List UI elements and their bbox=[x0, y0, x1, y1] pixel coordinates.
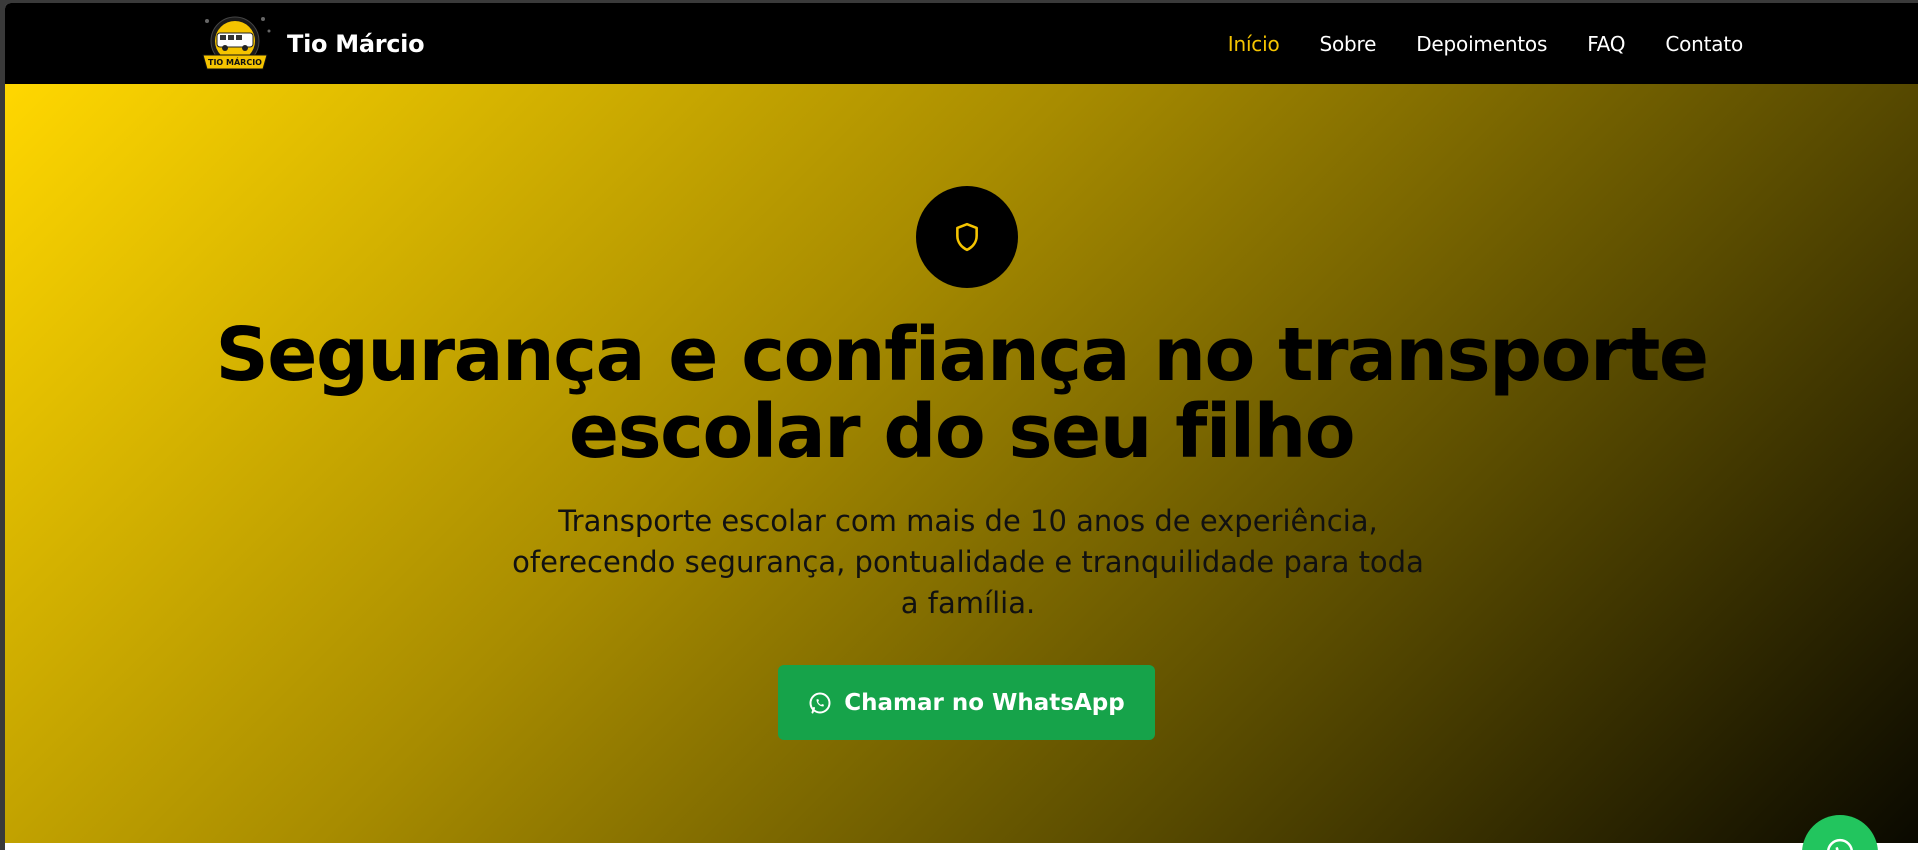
nav-link-contato[interactable]: Contato bbox=[1665, 32, 1743, 56]
shield-icon bbox=[956, 222, 978, 252]
hero-title-line-2: escolar do seu filho bbox=[568, 389, 1356, 475]
browser-viewport: TIO MÁRCIO Tio Márcio Início Sobre Depoi… bbox=[5, 3, 1918, 850]
hero-subtitle-line-2: oferecendo segurança, pontualidade e tra… bbox=[512, 545, 1424, 579]
nav-link-sobre[interactable]: Sobre bbox=[1320, 32, 1377, 56]
nav-link-inicio[interactable]: Início bbox=[1228, 32, 1280, 56]
logo[interactable]: TIO MÁRCIO bbox=[195, 11, 279, 77]
nav-menu: Início Sobre Depoimentos FAQ Contato bbox=[1228, 3, 1743, 84]
hero-subtitle-line-1: Transporte escolar com mais de 10 anos d… bbox=[558, 504, 1378, 538]
nav-link-faq[interactable]: FAQ bbox=[1587, 32, 1625, 56]
hero-title: Segurança e confiança no transporte esco… bbox=[5, 317, 1918, 471]
hero-title-line-1: Segurança e confiança no transporte bbox=[215, 312, 1709, 398]
hero-subtitle-line-3: a família. bbox=[900, 586, 1036, 620]
whatsapp-cta-label: Chamar no WhatsApp bbox=[844, 689, 1125, 716]
nav-link-depoimentos[interactable]: Depoimentos bbox=[1416, 32, 1547, 56]
brand[interactable]: TIO MÁRCIO Tio Márcio bbox=[195, 11, 425, 77]
brand-name[interactable]: Tio Márcio bbox=[287, 30, 425, 58]
hero-subtitle: Transporte escolar com mais de 10 anos d… bbox=[475, 501, 1461, 624]
whatsapp-icon bbox=[809, 692, 831, 713]
next-section-edge bbox=[5, 843, 1918, 850]
whatsapp-cta-button[interactable]: Chamar no WhatsApp bbox=[778, 665, 1155, 740]
logo-graphic: TIO MÁRCIO bbox=[202, 16, 271, 70]
logo-text: TIO MÁRCIO bbox=[208, 56, 262, 67]
navbar: TIO MÁRCIO Tio Márcio Início Sobre Depoi… bbox=[5, 3, 1918, 84]
hero-icon-badge bbox=[916, 186, 1018, 288]
whatsapp-icon bbox=[1827, 838, 1853, 850]
hero-section: Segurança e confiança no transporte esco… bbox=[5, 84, 1918, 843]
